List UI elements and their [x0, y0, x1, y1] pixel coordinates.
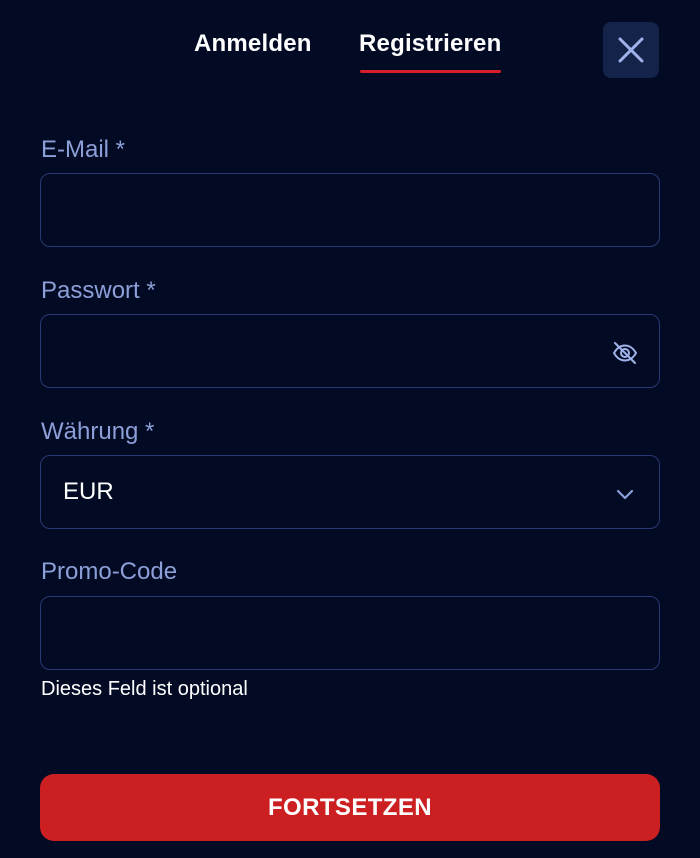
currency-selected-value: EUR	[63, 478, 114, 505]
promo-code-label: Promo-Code	[41, 558, 178, 585]
promo-code-field[interactable]	[41, 597, 659, 669]
password-field[interactable]	[41, 315, 659, 387]
currency-label: Währung *	[41, 418, 155, 445]
tab-login-label: Anmelden	[194, 30, 312, 57]
password-field-wrapper	[40, 314, 660, 388]
continue-button-label: FORTSETZEN	[268, 793, 432, 821]
toggle-password-visibility-button[interactable]	[611, 339, 639, 367]
active-tab-indicator	[360, 70, 502, 73]
promo-code-helper-text: Dieses Feld ist optional	[41, 678, 248, 700]
eye-off-icon	[613, 342, 637, 364]
tab-login[interactable]: Anmelden	[194, 30, 312, 58]
email-field[interactable]	[41, 174, 659, 246]
currency-dropdown-toggle	[611, 480, 639, 508]
tab-register-label: Registrieren	[359, 30, 502, 57]
continue-button[interactable]: FORTSETZEN	[40, 774, 660, 841]
currency-select[interactable]: EUR	[40, 455, 660, 529]
close-icon	[618, 37, 644, 63]
chevron-down-icon	[616, 489, 634, 500]
email-label: E-Mail *	[41, 136, 126, 163]
promo-code-field-wrapper	[40, 596, 660, 670]
registration-modal: Anmelden Registrieren E-Mail * Passwort …	[0, 0, 700, 858]
tab-register[interactable]: Registrieren	[359, 30, 502, 73]
auth-tabs: Anmelden Registrieren	[0, 30, 700, 80]
email-field-wrapper	[40, 173, 660, 247]
password-label: Passwort *	[41, 277, 156, 304]
close-button[interactable]	[603, 22, 659, 78]
